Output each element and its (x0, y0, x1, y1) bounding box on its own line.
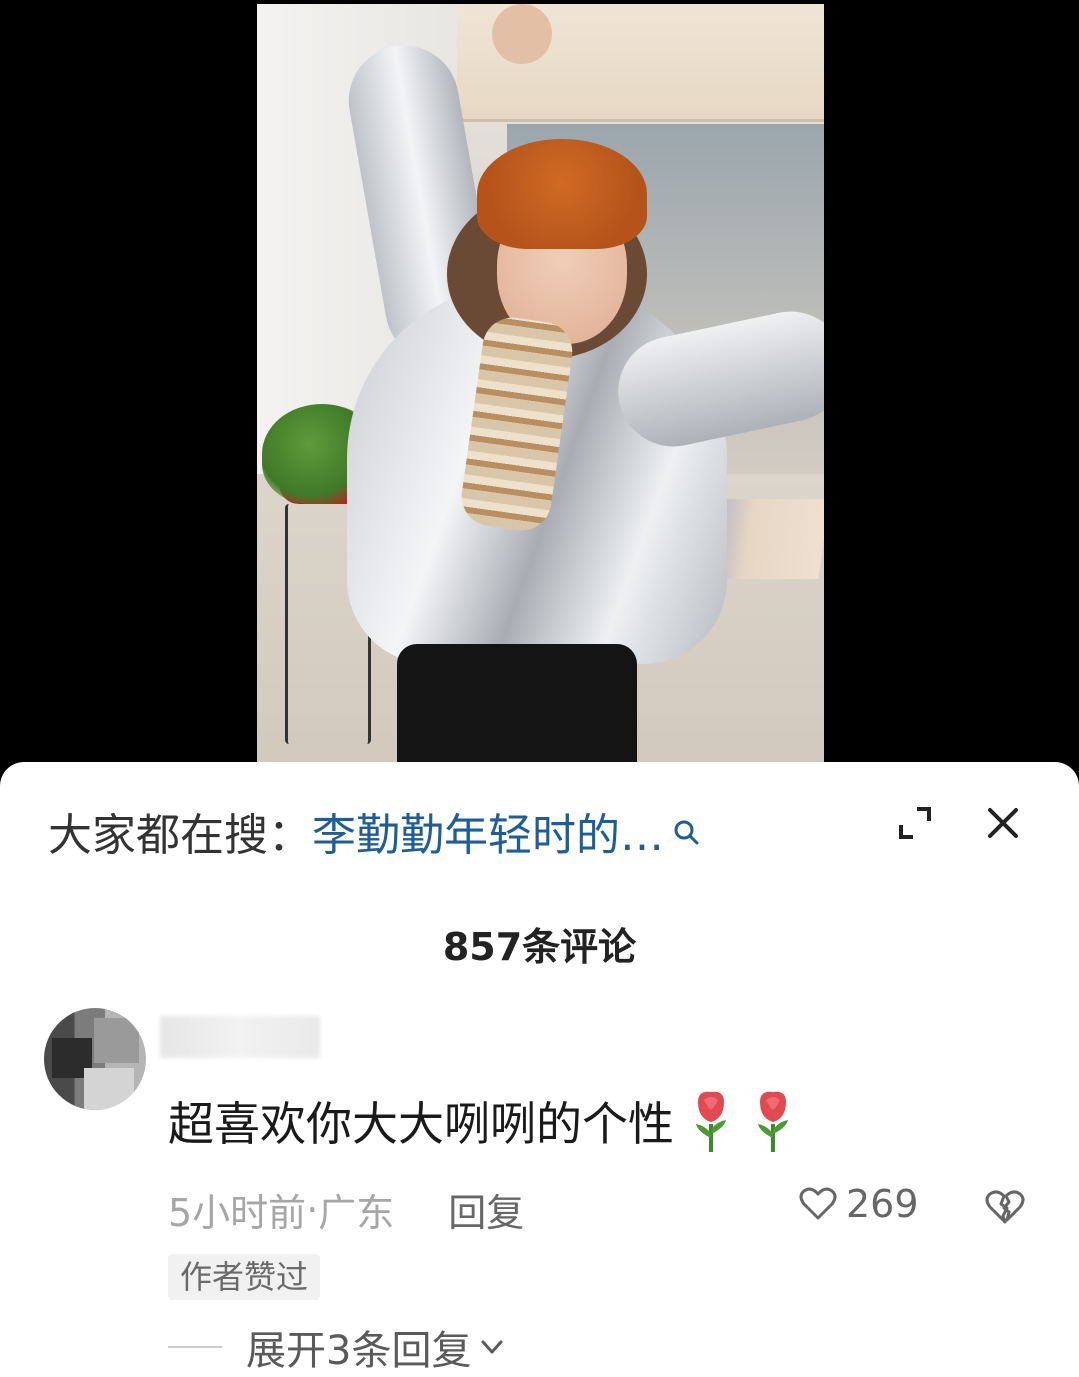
avatar[interactable] (44, 1008, 146, 1110)
video-person-hat (477, 139, 647, 249)
reply-button[interactable]: 回复 (448, 1182, 524, 1237)
comment-sheet: 大家都在搜： 李勤勤年轻时的… 857条评论 超喜欢你大大咧咧的个性 5小时前 … (0, 762, 1079, 1377)
username-blurred[interactable] (160, 1016, 320, 1058)
search-suggestion-link[interactable]: 李勤勤年轻时的… (312, 799, 664, 863)
screen: 大家都在搜： 李勤勤年轻时的… 857条评论 超喜欢你大大咧咧的个性 5小时前 … (0, 0, 1079, 1377)
search-prefix-label: 大家都在搜： (48, 810, 312, 861)
search-suggestion-bar[interactable]: 大家都在搜： 李勤勤年轻时的… (48, 798, 702, 864)
comment-meta: 5小时前 · 广东 回复 (168, 1182, 524, 1237)
heart-icon[interactable] (798, 1184, 838, 1224)
chevron-down-icon (481, 1340, 503, 1354)
close-icon[interactable] (978, 798, 1028, 848)
expand-replies-button[interactable]: 展开3条回复 (168, 1318, 507, 1376)
comment-text: 超喜欢你大大咧咧的个性 (168, 1097, 674, 1151)
video-person-hand (492, 4, 552, 64)
comment-body: 超喜欢你大大咧咧的个性 (168, 1088, 798, 1154)
like-count: 269 (846, 1182, 919, 1226)
rose-icon (748, 1088, 798, 1154)
expand-replies-label: 展开3条回复 (246, 1328, 472, 1374)
video-player[interactable] (257, 4, 824, 774)
video-person-pants (397, 644, 637, 774)
author-liked-badge: 作者赞过 (168, 1254, 321, 1300)
comment-count-title: 857条评论 (442, 925, 637, 969)
divider (168, 1346, 222, 1348)
search-icon[interactable] (672, 808, 702, 845)
expand-icon[interactable] (890, 798, 940, 848)
meta-separator: · (306, 1187, 319, 1232)
rose-icon (686, 1088, 736, 1154)
comment-location: 广东 (318, 1191, 395, 1235)
broken-heart-icon[interactable] (984, 1186, 1026, 1228)
comment-time: 5小时前 (168, 1191, 307, 1235)
like-button[interactable]: 269 (798, 1182, 919, 1226)
